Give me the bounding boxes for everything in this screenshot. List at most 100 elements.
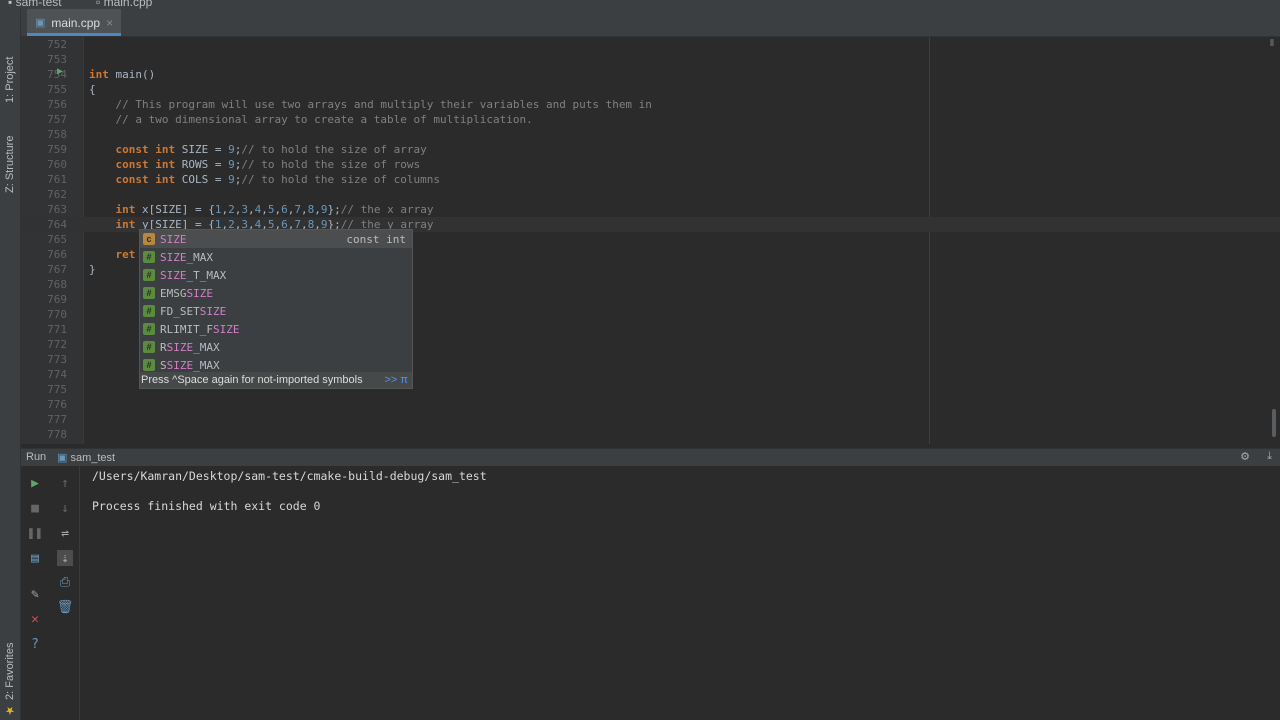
line-number: 760	[47, 158, 67, 171]
code-line[interactable]: 763 int x[SIZE] = {1,2,3,4,5,6,7,8,9};//…	[21, 202, 1280, 217]
completion-item[interactable]: # RLIMIT_FSIZE	[140, 320, 412, 338]
favorites-tool-tab[interactable]: ★ 2: Favorites	[1, 629, 19, 717]
pause-icon[interactable]: ❚❚	[27, 525, 43, 541]
completion-item[interactable]: # FD_SETSIZE	[140, 302, 412, 320]
scroll-marker[interactable]	[1272, 409, 1276, 437]
const-icon: c	[143, 233, 155, 245]
line-number: 774	[47, 368, 67, 381]
settings-gear-icon[interactable]: ⚙	[1240, 450, 1250, 463]
completion-name: RSIZE_MAX	[160, 340, 220, 354]
completion-name: FD_SETSIZE	[160, 304, 227, 318]
code-line[interactable]: 759 const int SIZE = 9;// to hold the si…	[21, 142, 1280, 157]
completion-hint-link[interactable]: >> π	[385, 374, 409, 386]
line-number: 768	[47, 278, 67, 291]
left-tool-strip: 1: Project Z: Structure ★ 2: Favorites	[0, 9, 21, 720]
code-line[interactable]: 762	[21, 187, 1280, 202]
tab-main-cpp[interactable]: ▣ main.cpp ×	[27, 9, 122, 36]
completion-item[interactable]: c SIZE const int	[140, 230, 412, 248]
code-line[interactable]: 752	[21, 37, 1280, 52]
favorites-tool-label: 2: Favorites	[4, 642, 16, 700]
line-number: 759	[47, 143, 67, 156]
code-line[interactable]: 776	[21, 397, 1280, 412]
close-icon[interactable]: ✕	[27, 611, 43, 627]
code-line[interactable]: 754 int main()	[21, 67, 1280, 82]
code-text: const int ROWS = 9;// to hold the size o…	[115, 158, 421, 171]
breadcrumb-file[interactable]: ▫ main.cpp	[96, 0, 152, 9]
project-tool-tab[interactable]: 1: Project	[1, 23, 19, 103]
define-icon: #	[143, 287, 155, 299]
define-icon: #	[143, 323, 155, 335]
run-panel-header: Run ▣ sam_test ⚙ ⤓	[21, 448, 1280, 467]
line-number: 753	[47, 53, 67, 66]
completion-item[interactable]: # SIZE_T_MAX	[140, 266, 412, 284]
project-tool-label: 1: Project	[4, 56, 16, 103]
run-panel-title: Run	[26, 451, 47, 463]
run-config-label: sam_test	[70, 452, 116, 464]
code-text: // a two dimensional array to create a t…	[115, 113, 533, 126]
code-line[interactable]: 753	[21, 52, 1280, 67]
run-config-icon: ▣	[57, 452, 68, 464]
run-gutter-icon[interactable]: ▶	[57, 66, 63, 77]
code-line[interactable]: 761 const int COLS = 9;// to hold the si…	[21, 172, 1280, 187]
completion-item[interactable]: # RSIZE_MAX	[140, 338, 412, 356]
code-line[interactable]: 777	[21, 412, 1280, 427]
code-line[interactable]: 755 {	[21, 82, 1280, 97]
code-text: }	[89, 263, 96, 276]
completion-name: SIZE_T_MAX	[160, 268, 227, 282]
code-text: {	[89, 83, 96, 96]
line-number: 755	[47, 83, 67, 96]
define-icon: #	[143, 341, 155, 353]
rerun-icon[interactable]: ▶	[27, 475, 43, 491]
line-number: 772	[47, 338, 67, 351]
close-tab-icon[interactable]: ×	[106, 16, 113, 30]
completion-name: SIZE	[160, 232, 187, 246]
code-text: const int COLS = 9;// to hold the size o…	[115, 173, 441, 186]
code-text: ret	[115, 248, 136, 261]
line-number: 758	[47, 128, 67, 141]
code-line[interactable]: 778	[21, 427, 1280, 442]
active-tab-indicator	[27, 33, 122, 36]
breadcrumb-project[interactable]: ▪ sam-test	[8, 0, 62, 9]
output-line-path: /Users/Kamran/Desktop/sam-test/cmake-bui…	[92, 469, 487, 483]
code-line[interactable]: 760 const int ROWS = 9;// to hold the si…	[21, 157, 1280, 172]
run-config-tab[interactable]: ▣ sam_test	[57, 451, 115, 464]
navigation-bar: ▪ sam-test ▫ main.cpp	[0, 0, 1280, 9]
inspection-icon[interactable]: ⦀	[1270, 39, 1274, 49]
structure-tool-tab[interactable]: Z: Structure	[1, 113, 19, 193]
run-toolbar: ▶ ↑ ■ ↓ ❚❚ ⇌ ▤ ⇣ ⎙ ✎ 🗑 ✕ ?	[21, 466, 80, 720]
scroll-to-end-icon[interactable]: ⇣	[57, 550, 73, 566]
code-line[interactable]: 757 // a two dimensional array to create…	[21, 112, 1280, 127]
hide-panel-icon[interactable]: ⤓	[1267, 450, 1272, 463]
line-number: 757	[47, 113, 67, 126]
line-number: 771	[47, 323, 67, 336]
completion-type: const int	[346, 232, 406, 246]
stop-icon[interactable]: ■	[27, 500, 43, 516]
line-number: 765	[47, 233, 67, 246]
line-number: 778	[47, 428, 67, 441]
line-number: 773	[47, 353, 67, 366]
clear-trash-icon[interactable]: 🗑	[57, 599, 74, 615]
down-arrow-icon[interactable]: ↓	[57, 500, 73, 516]
code-completion-popup: c SIZE const int # SIZE_MAX # SIZE_T_MAX # EMSGS…	[139, 229, 413, 389]
restore-layout-icon[interactable]: ▤	[27, 550, 43, 566]
help-icon[interactable]: ?	[27, 636, 43, 652]
run-panel: ▶ ↑ ■ ↓ ❚❚ ⇌ ▤ ⇣ ⎙ ✎ 🗑 ✕ ? /Users/Kamran…	[21, 466, 1280, 720]
code-text: int main()	[89, 68, 156, 81]
completion-name: SIZE_MAX	[160, 250, 213, 264]
completion-item[interactable]: # EMSGSIZE	[140, 284, 412, 302]
completion-item[interactable]: # SIZE_MAX	[140, 248, 412, 266]
pin-icon[interactable]: ✎	[27, 586, 43, 602]
editor-tab-bar: ▣ main.cpp ×	[21, 9, 1280, 37]
code-line[interactable]: 758	[21, 127, 1280, 142]
code-line[interactable]: 756 // This program will use two arrays …	[21, 97, 1280, 112]
code-text: int x[SIZE] = {1,2,3,4,5,6,7,8,9};// the…	[115, 203, 434, 216]
print-icon[interactable]: ⎙	[57, 574, 73, 590]
up-arrow-icon[interactable]: ↑	[57, 475, 73, 491]
output-line-exit: Process finished with exit code 0	[92, 499, 321, 513]
tab-label: main.cpp	[51, 15, 101, 30]
line-number: 763	[47, 203, 67, 216]
line-number: 766	[47, 248, 67, 261]
cpp-file-icon: ▣	[35, 17, 46, 29]
soft-wrap-icon[interactable]: ⇌	[57, 525, 73, 541]
define-icon: #	[143, 305, 155, 317]
